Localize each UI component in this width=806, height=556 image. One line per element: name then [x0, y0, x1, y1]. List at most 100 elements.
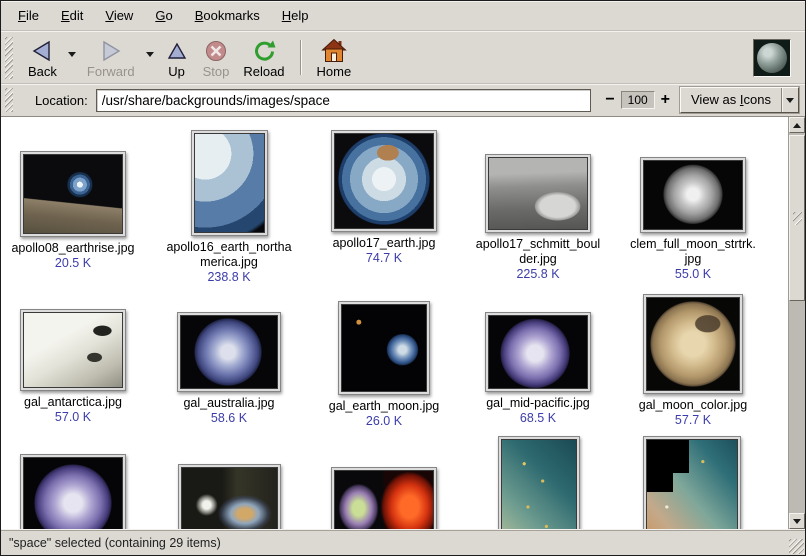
- earth-purple-thumbnail: [488, 315, 588, 389]
- view-as-selector[interactable]: View as Icons: [680, 87, 799, 113]
- menu-edit[interactable]: Edit: [50, 3, 94, 28]
- menu-help[interactable]: Help: [271, 3, 320, 28]
- throbber-orb-icon: [757, 43, 787, 73]
- thumbnail-frame: [643, 294, 743, 394]
- stop-button-label: Stop: [203, 64, 230, 79]
- file-item[interactable]: [307, 467, 461, 529]
- location-bar-drag-handle[interactable]: [5, 88, 13, 112]
- status-bar: "space" selected (containing 29 items): [1, 529, 805, 555]
- thumbnail-frame: [338, 301, 430, 395]
- nebula-teal-thumbnail: [501, 439, 577, 529]
- file-size: 58.6 K: [211, 411, 247, 426]
- file-item[interactable]: apollo17_schmitt_boul der.jpg225.8 K: [461, 154, 615, 282]
- view-as-label: View as Icons: [681, 88, 781, 112]
- file-name: gal_moon_color.jpg: [639, 398, 747, 413]
- file-name: apollo17_schmitt_boul der.jpg: [476, 237, 600, 267]
- zoom-controls: − 100 +: [603, 91, 672, 109]
- earth-partial-thumbnail: [194, 133, 265, 233]
- file-item[interactable]: gal_moon_color.jpg57.7 K: [616, 294, 770, 428]
- menu-bookmarks[interactable]: Bookmarks: [184, 3, 271, 28]
- forward-button: Forward: [80, 34, 142, 81]
- back-history-dropdown[interactable]: [64, 52, 80, 57]
- thumbnail-frame: [20, 309, 126, 391]
- view-as-dropdown-arrow[interactable]: [781, 88, 798, 112]
- file-item[interactable]: gal_mid-pacific.jpg68.5 K: [461, 312, 615, 426]
- moonscape-thumbnail: [488, 157, 588, 230]
- toolbar-buttons: Back Forward Up Stop Reload Home: [21, 33, 358, 82]
- file-size: 74.7 K: [366, 251, 402, 266]
- file-name: apollo16_earth_northa merica.jpg: [166, 240, 291, 270]
- file-size: 20.5 K: [55, 256, 91, 271]
- up-arrow-icon: [165, 37, 189, 64]
- file-name: gal_earth_moon.jpg: [329, 399, 440, 414]
- thumbnail-frame: [640, 157, 746, 233]
- scroll-down-button[interactable]: [789, 513, 805, 529]
- chevron-down-icon: [68, 52, 76, 57]
- zoom-in-button[interactable]: +: [659, 91, 672, 109]
- file-item[interactable]: apollo08_earthrise.jpg20.5 K: [1, 151, 150, 271]
- earth-moon-thumbnail: [341, 304, 427, 392]
- location-input[interactable]: [96, 89, 592, 112]
- moon-tan-thumbnail: [646, 297, 740, 391]
- content-area: apollo08_earthrise.jpg20.5 Kapollo16_ear…: [1, 117, 805, 529]
- back-button[interactable]: Back: [21, 34, 64, 81]
- file-size: 68.5 K: [520, 411, 556, 426]
- file-name: apollo08_earthrise.jpg: [11, 241, 134, 256]
- nebula-step-thumbnail: [646, 439, 738, 529]
- toolbar: Back Forward Up Stop Reload Home: [1, 31, 805, 84]
- menu-file[interactable]: File: [7, 3, 50, 28]
- toolbar-separator: [300, 40, 302, 75]
- zoom-out-button[interactable]: −: [603, 91, 616, 109]
- back-button-label: Back: [28, 64, 57, 79]
- up-button[interactable]: Up: [158, 34, 196, 81]
- galaxies-thumbnail: [181, 467, 278, 529]
- file-item[interactable]: apollo17_earth.jpg74.7 K: [307, 130, 461, 266]
- thumbnail-frame: [20, 151, 126, 237]
- file-item[interactable]: clem_full_moon_strtrk. jpg55.0 K: [616, 157, 770, 282]
- file-item[interactable]: gal_earth_moon.jpg26.0 K: [307, 301, 461, 429]
- menu-view[interactable]: View: [94, 3, 144, 28]
- scroll-up-button[interactable]: [789, 117, 805, 133]
- thumbnail-frame: [331, 130, 437, 232]
- file-name: gal_australia.jpg: [183, 396, 274, 411]
- thumbnail-frame: [485, 312, 591, 392]
- arrow-down-icon: [793, 519, 801, 524]
- file-manager-window: FileEditViewGoBookmarksHelp Back Forward U…: [0, 0, 806, 556]
- toolbar-drag-handle[interactable]: [5, 37, 13, 79]
- file-item[interactable]: gal_australia.jpg58.6 K: [152, 312, 306, 426]
- thumbnail-frame: [177, 312, 281, 392]
- location-bar: Location: − 100 + View as Icons: [1, 84, 805, 117]
- location-label: Location:: [35, 93, 88, 108]
- file-item[interactable]: [1, 454, 150, 529]
- file-size: 238.8 K: [207, 270, 250, 285]
- back-arrow-icon: [29, 37, 55, 64]
- file-item[interactable]: gal_antarctica.jpg57.0 K: [1, 309, 150, 425]
- thumbnail-frame: [20, 454, 126, 529]
- ice-thumbnail: [23, 312, 123, 388]
- throbber: [753, 39, 791, 77]
- menu-go[interactable]: Go: [144, 3, 183, 28]
- file-item[interactable]: [615, 436, 769, 529]
- forward-history-dropdown[interactable]: [142, 52, 158, 57]
- file-item[interactable]: [152, 464, 306, 529]
- file-name: gal_antarctica.jpg: [24, 395, 122, 410]
- file-size: 225.8 K: [516, 267, 559, 282]
- home-button[interactable]: Home: [310, 34, 359, 81]
- thumbnail-frame: [178, 464, 281, 529]
- home-button-label: Home: [317, 64, 352, 79]
- zoom-level: 100: [621, 91, 655, 109]
- status-text: "space" selected (containing 29 items): [9, 536, 221, 550]
- thumbnail-frame: [643, 436, 741, 529]
- forward-arrow-icon: [98, 37, 124, 64]
- vertical-scrollbar[interactable]: [788, 117, 805, 529]
- file-size: 57.0 K: [55, 410, 91, 425]
- home-icon: [321, 37, 347, 64]
- reload-button[interactable]: Reload: [236, 34, 291, 81]
- file-item[interactable]: [462, 436, 616, 529]
- scrollbar-thumb[interactable]: [789, 135, 805, 301]
- nebula-pair-thumbnail: [334, 470, 434, 529]
- resize-grip[interactable]: [789, 539, 804, 554]
- menu-bar: FileEditViewGoBookmarksHelp: [1, 1, 805, 31]
- scrollbar-grip-icon: [793, 212, 802, 225]
- file-item[interactable]: apollo16_earth_northa merica.jpg238.8 K: [152, 130, 306, 285]
